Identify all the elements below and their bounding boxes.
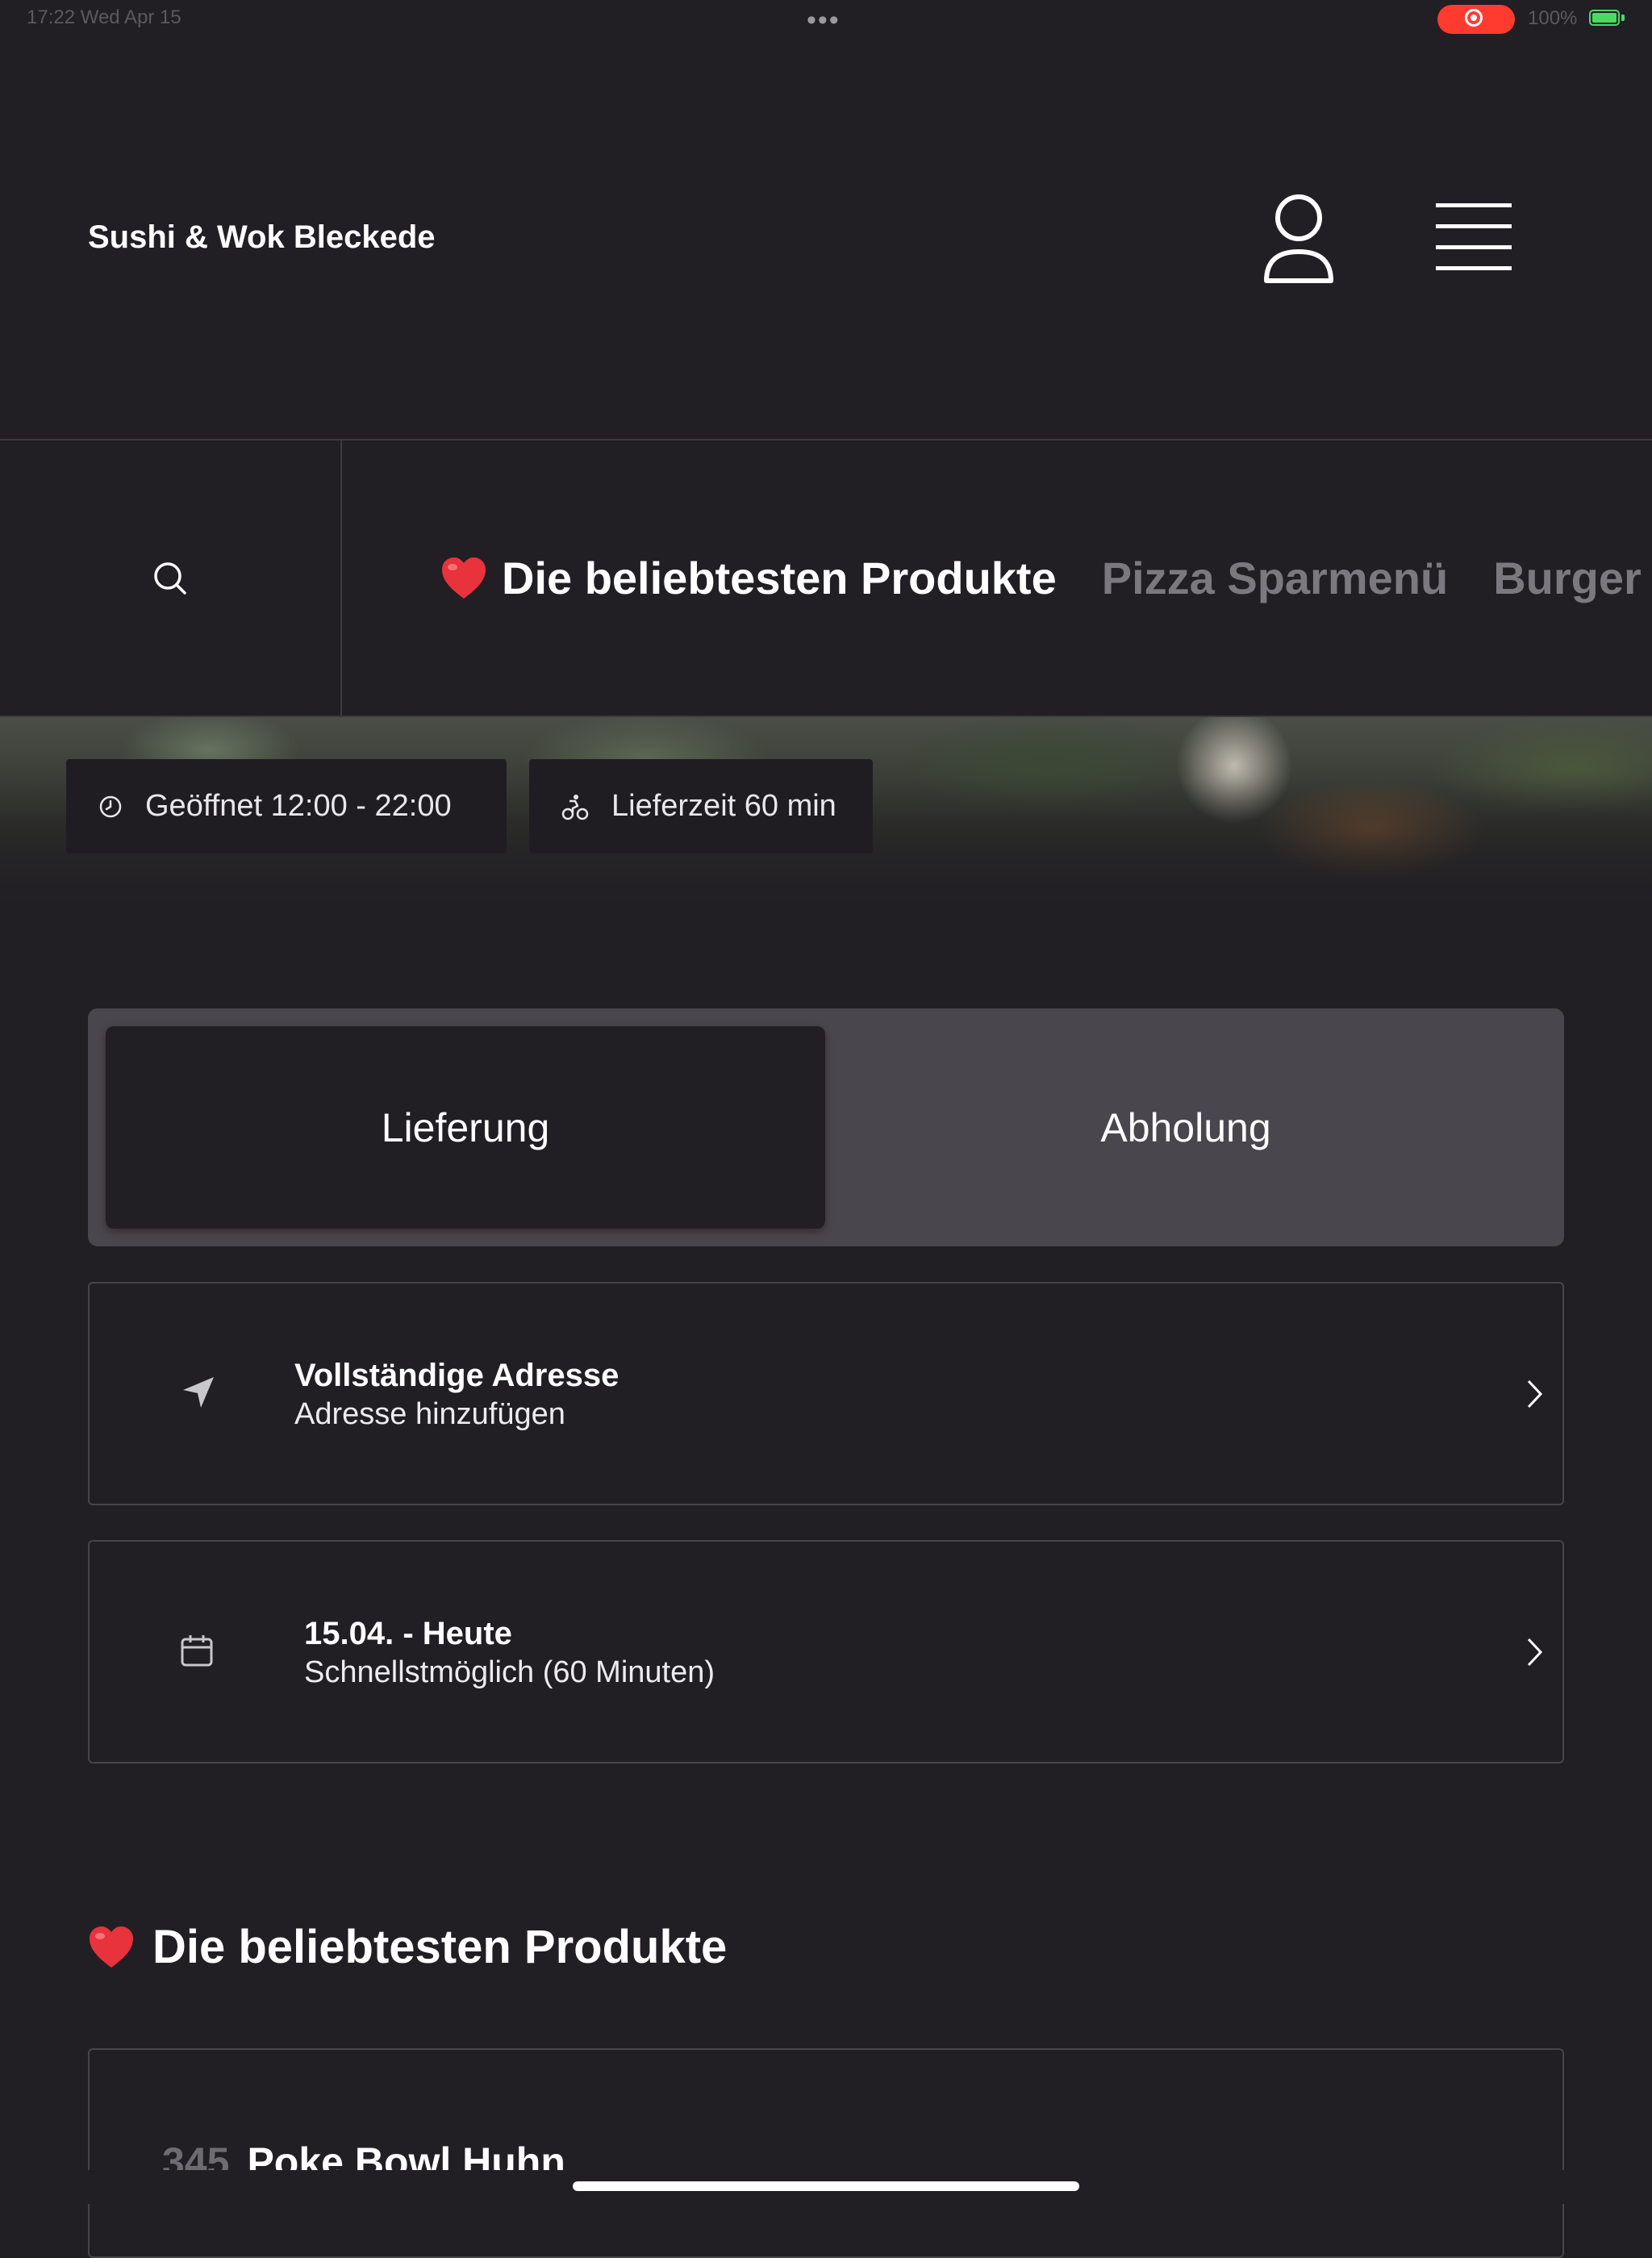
chevron-right-icon: [1527, 1379, 1543, 1409]
delivery-time-text: Lieferzeit 60 min: [611, 789, 836, 823]
user-icon: [1264, 194, 1333, 283]
category-tab-label: Die beliebtesten Produkte: [502, 553, 1057, 603]
address-card-title: Vollständige Adresse: [294, 1358, 620, 1393]
search-icon: [154, 561, 186, 595]
battery-icon: [1589, 10, 1620, 26]
multitasking-dots-icon[interactable]: •••: [807, 5, 841, 36]
clock-icon: [99, 795, 122, 817]
chevron-right-icon: [1527, 1638, 1543, 1667]
category-tabs: Die beliebtesten Produkte Pizza Sparmenü…: [440, 440, 1642, 716]
heart-icon: [90, 1926, 133, 1968]
location-arrow-icon: [183, 1377, 214, 1408]
opening-hours-text: Geöffnet 12:00 - 22:00: [145, 789, 452, 823]
home-indicator[interactable]: [573, 2181, 1079, 2191]
delivery-time-card[interactable]: 15.04. - Heute Schnellstmöglich (60 Minu…: [88, 1540, 1564, 1763]
hamburger-menu-icon: [1436, 203, 1512, 270]
heart-icon: [442, 557, 486, 599]
bicycle-courier-icon: [561, 794, 589, 820]
category-tab-burger[interactable]: Burger: [1493, 552, 1642, 604]
section-heading: Die beliebtesten Produkte: [88, 1920, 727, 1974]
category-tab-popular[interactable]: Die beliebtesten Produkte: [440, 552, 1057, 604]
category-tab-pizza-sparmenu[interactable]: Pizza Sparmenü: [1102, 552, 1448, 604]
product-card[interactable]: 345 Poke Bowl Huhn: [88, 2048, 1564, 2258]
status-time: 17:22 Wed Apr 15: [27, 6, 181, 28]
opening-hours-badge: Geöffnet 12:00 - 22:00: [66, 759, 507, 854]
battery-percentage: 100%: [1528, 7, 1578, 29]
search-button[interactable]: [0, 440, 342, 716]
delivery-option[interactable]: Lieferung: [106, 1026, 825, 1229]
menu-button[interactable]: [1429, 200, 1518, 274]
screen-recording-indicator[interactable]: [1437, 5, 1515, 34]
category-navigation: Die beliebtesten Produkte Pizza Sparmenü…: [0, 439, 1652, 717]
restaurant-title[interactable]: Sushi & Wok Bleckede: [88, 219, 436, 256]
record-icon: [1465, 9, 1483, 27]
account-button[interactable]: [1258, 190, 1339, 287]
section-title-text: Die beliebtesten Produkte: [152, 1921, 728, 1973]
delivery-date-title: 15.04. - Heute: [304, 1616, 512, 1651]
calendar-icon: [181, 1635, 213, 1667]
address-card-subtitle: Adresse hinzufügen: [294, 1397, 565, 1431]
pickup-option[interactable]: Abholung: [825, 1026, 1546, 1229]
delivery-time-subtitle: Schnellstmöglich (60 Minuten): [304, 1655, 715, 1689]
battery-tip: [1621, 15, 1625, 21]
delivery-time-badge: Lieferzeit 60 min: [529, 759, 873, 854]
address-card[interactable]: Vollständige Adresse Adresse hinzufügen: [88, 1282, 1564, 1505]
order-mode-toggle: Lieferung Abholung: [88, 1008, 1564, 1246]
